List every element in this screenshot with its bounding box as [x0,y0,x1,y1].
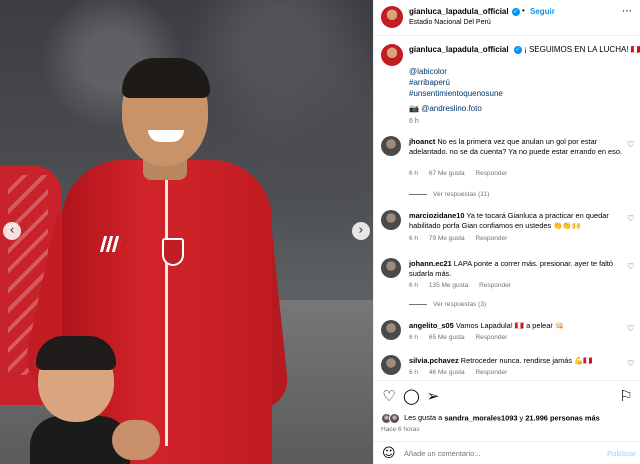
comment-time[interactable]: 6 h [409,282,418,289]
author-avatar[interactable] [381,6,403,28]
likes-join: y [519,413,524,423]
caption-text: ¡ SEGUIMOS EN LA LUCHA! 🇵🇪 [524,45,640,54]
share-icon[interactable]: ➢ [425,388,441,404]
commenter-username[interactable]: marciozidane10 [409,211,464,220]
comment-meta: 6 h 46 Me gusta Responder [409,369,516,376]
commenter-avatar[interactable] [381,136,401,156]
emoji-icon[interactable]: ☺ [382,446,396,461]
verified-icon: ✓ [511,7,520,16]
comment-time[interactable]: 6 h [409,170,418,177]
comment-body: marciozidane10 Ya te tocará Gianluca a p… [409,211,625,231]
view-replies-button[interactable]: Ver respuestas (3) [409,301,486,308]
caption-tag[interactable]: #arribaperú [409,78,450,87]
likes-prefix: Les gusta a [404,413,443,423]
carousel-next-icon[interactable]: › [352,222,370,240]
likes-summary: Les gusta a sandra_morales1093 y 21.996 … [381,413,600,424]
comment-body: jhoanct No es la primera vez que anulan … [409,137,625,157]
post-header: gianluca_lapadula_official ✓ • Seguir Est… [374,0,640,36]
caption-line: gianluca_lapadula_official ✓ ¡ SEGUIMOS … [409,45,640,54]
save-icon[interactable]: ⚐ [618,388,634,404]
comment-likes[interactable]: 135 Me gusta [429,282,468,289]
comment-meta: 6 h 67 Me gusta Responder [409,170,516,177]
post-location[interactable]: Estadio Nacional Del Perú [409,19,491,26]
comment-meta: 6 h 135 Me gusta Responder [409,282,520,289]
comment-likes[interactable]: 65 Me gusta [429,334,465,341]
comment-text: Retroceder nunca. rendirse jamás 💪🇵🇪 [460,356,593,365]
credit-handle[interactable]: @andreslino.foto [421,104,482,113]
commenter-avatar[interactable] [381,355,401,375]
comment-body: angelito_s05 Vamos Lapadula! 🇵🇪 a pelear… [409,321,625,331]
view-replies-button[interactable]: Ver respuestas (11) [409,191,489,198]
comment-likes[interactable]: 46 Me gusta [429,369,465,376]
post-photo[interactable]: ‹ › [0,0,373,464]
caption-time[interactable]: 6 h [409,118,419,125]
child-hair [36,336,116,370]
comment-time[interactable]: 6 h [409,369,418,376]
like-icon[interactable]: ♡ [381,388,397,404]
commenter-avatar[interactable] [381,258,401,278]
comment-time[interactable]: 6 h [409,235,418,242]
comment-like-icon[interactable]: ♡ [627,140,634,149]
commenter-avatar[interactable] [381,320,401,340]
reply-button[interactable]: Responder [475,334,507,341]
team-crest [162,238,184,266]
comment-text: No es la primera vez que anulan un gol p… [409,137,622,156]
more-options-icon[interactable]: ⋯ [622,6,632,17]
follow-button[interactable]: Seguir [530,7,555,16]
player-hair [122,58,210,98]
post-actions: ♡ ◯ ➢ ⚐ Les gusta a sandra_morales1093 y… [374,380,640,464]
reply-button[interactable]: Responder [475,235,507,242]
comment-input[interactable] [404,449,584,458]
liker-avatar [389,413,400,424]
reply-button[interactable]: Responder [475,369,507,376]
comment-icon[interactable]: ◯ [403,388,420,404]
comment-like-icon[interactable]: ♡ [627,262,634,271]
likes-count[interactable]: 21.996 personas más [525,413,599,422]
comments-scroll-area[interactable]: gianluca_lapadula_official ✓ ¡ SEGUIMOS … [374,37,640,380]
likes-user[interactable]: sandra_morales1093 [444,413,517,422]
comment-text: Vamos Lapadula! 🇵🇪 a pelear 👊🏻 [455,321,565,330]
author-username[interactable]: gianluca_lapadula_official ✓ [409,7,520,16]
comment-like-icon[interactable]: ♡ [627,214,634,223]
comment-like-icon[interactable]: ♡ [627,324,634,333]
comment-time[interactable]: 6 h [409,334,418,341]
comment-likes[interactable]: 79 Me gusta [429,235,465,242]
commenter-avatar[interactable] [381,210,401,230]
commenter-username[interactable]: silvia.pchavez [409,356,459,365]
verified-icon: ✓ [513,45,522,54]
comment-like-icon[interactable]: ♡ [627,359,634,368]
carousel-prev-icon[interactable]: ‹ [3,222,21,240]
camera-icon: 📷 [409,104,419,113]
caption-avatar[interactable] [381,44,403,66]
reply-button[interactable]: Responder [479,282,511,289]
reply-button[interactable]: Responder [475,170,507,177]
post-side-panel: gianluca_lapadula_official ✓ • Seguir Est… [373,0,640,464]
caption-tag[interactable]: #unsentimientoquenosune [409,89,503,98]
publish-button[interactable]: Publicar [607,449,636,458]
caption-username[interactable]: gianluca_lapadula_official [409,45,509,54]
jacket-zipper [165,176,168,446]
commenter-username[interactable]: jhoanct [409,137,435,146]
photo-credit: 📷 @andreslino.foto [409,104,482,113]
author-username-text[interactable]: gianluca_lapadula_official [409,7,509,16]
commenter-username[interactable]: angelito_s05 [409,321,454,330]
comment-meta: 6 h 65 Me gusta Responder [409,334,516,341]
separator-dot: • [522,6,525,15]
comment-body: silvia.pchavez Retroceder nunca. rendirs… [409,356,625,366]
commenter-username[interactable]: johann.ec21 [409,259,452,268]
comment-likes[interactable]: 67 Me gusta [429,170,465,177]
add-comment-bar: ☺ Publicar [374,441,640,464]
comment-body: johann.ec21 LAPA ponte a correr más. pre… [409,259,625,279]
comment-meta: 6 h 79 Me gusta Responder [409,235,516,242]
player-hand [112,420,160,460]
caption-tag[interactable]: @labicolor [409,67,447,76]
post-timestamp[interactable]: Hace 6 horas [381,426,420,433]
